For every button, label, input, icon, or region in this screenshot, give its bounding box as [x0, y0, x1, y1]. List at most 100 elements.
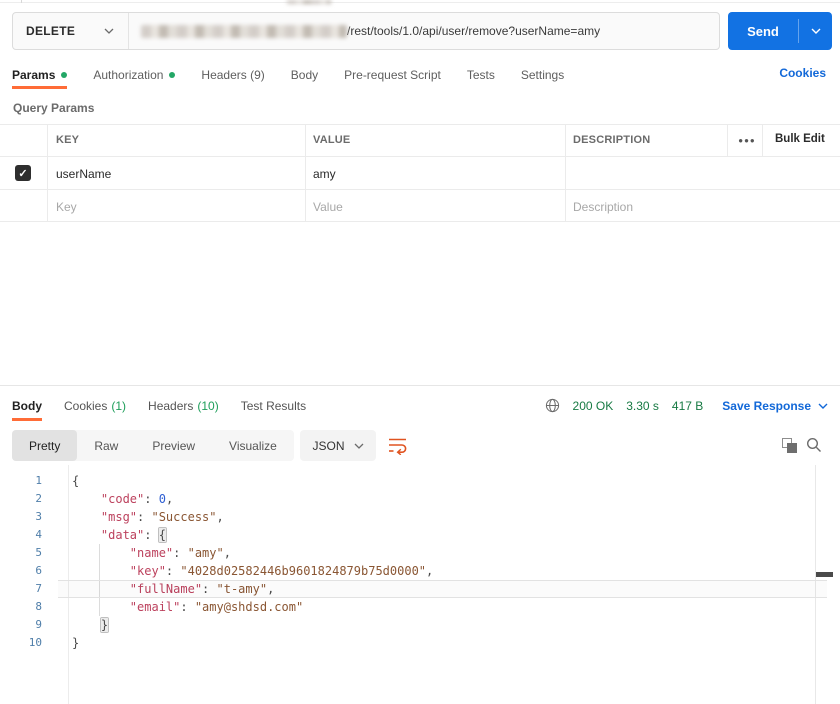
query-params-label: Query Params: [13, 101, 95, 115]
wrap-lines-button[interactable]: [387, 436, 411, 456]
line-number: 4: [35, 528, 42, 541]
search-response-button[interactable]: [806, 437, 822, 453]
table-border: [565, 124, 566, 221]
tab-pre-request-script[interactable]: Pre-request Script: [344, 60, 441, 89]
tab-body[interactable]: Body: [291, 60, 318, 89]
tab-settings[interactable]: Settings: [521, 60, 564, 89]
query-params-table: KEY VALUE DESCRIPTION ●●● Bulk Edit ✓ us…: [0, 124, 840, 222]
response-size: 417 B: [671, 398, 704, 413]
line-number: 7: [35, 582, 42, 595]
top-tick: [21, 0, 22, 3]
code-line[interactable]: 6 "key": "4028d02582446b9601824879b75d00…: [0, 562, 840, 580]
response-format-dropdown[interactable]: JSON: [300, 430, 376, 461]
column-header-key: KEY: [56, 134, 80, 146]
send-split-button: Send: [728, 12, 832, 50]
request-tabs: Params Authorization Headers (9) Body Pr…: [12, 60, 564, 89]
save-response-button[interactable]: Save Response: [722, 399, 828, 413]
view-preview[interactable]: Preview: [135, 430, 212, 461]
method-selector[interactable]: DELETE: [13, 13, 129, 49]
tab-params[interactable]: Params: [12, 60, 68, 89]
view-raw-label: Raw: [94, 438, 119, 453]
network-globe-icon[interactable]: [545, 398, 560, 413]
copy-response-button[interactable]: [782, 438, 797, 453]
tab-headers[interactable]: Headers (9): [201, 60, 264, 89]
code-line-text: "data": {: [100, 528, 166, 542]
line-number: 5: [35, 546, 42, 559]
table-border: [0, 189, 840, 190]
response-tab-test-results-label: Test Results: [240, 398, 307, 413]
code-line[interactable]: 10}: [0, 634, 840, 652]
response-tab-test-results[interactable]: Test Results: [241, 390, 306, 421]
response-tab-headers[interactable]: Headers (10): [148, 390, 219, 421]
more-options-icon[interactable]: ●●●: [736, 136, 758, 145]
view-visualize-label: Visualize: [229, 438, 277, 453]
line-number: 1: [35, 474, 42, 487]
line-number: 6: [35, 564, 42, 577]
code-line[interactable]: 5 "name": "amy",: [0, 544, 840, 562]
code-line[interactable]: 7 "fullName": "t-amy",: [0, 580, 840, 598]
response-tab-body-label: Body: [12, 398, 42, 413]
postman-request-view: DELETE /rest/tools/1.0/api/user/remove?u…: [0, 0, 840, 704]
send-label: Send: [747, 23, 779, 39]
chevron-down-icon: [811, 28, 820, 34]
table-border: [762, 124, 763, 156]
view-raw[interactable]: Raw: [77, 430, 135, 461]
line-number: 3: [35, 510, 42, 523]
param-key-cell[interactable]: userName: [56, 167, 111, 181]
response-tab-headers-label: Headers: [148, 398, 194, 413]
send-options-button[interactable]: [799, 12, 832, 50]
cookies-count-badge: (1): [111, 398, 127, 413]
code-line[interactable]: 1{: [0, 472, 840, 490]
param-value-cell[interactable]: amy: [313, 167, 336, 181]
param-enabled-checkbox[interactable]: ✓: [15, 165, 31, 181]
table-border: [0, 221, 840, 222]
code-line-text: "fullName": "t-amy",: [129, 582, 275, 596]
table-border: [305, 124, 306, 221]
code-line-text: "name": "amy",: [129, 546, 231, 560]
line-number: 2: [35, 492, 42, 505]
response-body-editor[interactable]: 1{2 "code": 0, 3 "msg": "Success", 4 "data…: [0, 465, 840, 704]
tab-body-label: Body: [290, 67, 319, 82]
redacted-url-host: [141, 24, 347, 38]
new-param-value-input[interactable]: Value: [313, 200, 343, 214]
code-line-text: "email": "amy@shdsd.com": [129, 600, 304, 614]
bulk-edit-button[interactable]: Bulk Edit: [775, 133, 825, 145]
top-divider: [0, 2, 840, 3]
tab-params-label: Params: [12, 67, 56, 82]
code-line[interactable]: 9 }: [0, 616, 840, 634]
column-header-description: DESCRIPTION: [573, 134, 651, 146]
new-param-key-input[interactable]: Key: [56, 200, 77, 214]
response-tab-cookies-label: Cookies: [64, 398, 108, 413]
code-line-text: "key": "4028d02582446b9601824879b75d0000…: [129, 564, 434, 578]
code-line-text: {: [72, 474, 80, 488]
new-param-description-input[interactable]: Description: [573, 200, 633, 214]
code-line[interactable]: 2 "code": 0,: [0, 490, 840, 508]
headers-count-badge: (10): [197, 398, 219, 413]
url-path-text: /rest/tools/1.0/api/user/remove?userName…: [347, 24, 601, 38]
cookies-link[interactable]: Cookies: [779, 66, 826, 80]
table-border: [727, 124, 728, 156]
tab-settings-label: Settings: [520, 67, 565, 82]
send-button[interactable]: Send: [728, 12, 798, 50]
method-label: DELETE: [26, 24, 76, 38]
copy-icon: [787, 443, 797, 453]
line-number: 8: [35, 600, 42, 613]
response-meta: 200 OK 3.30 s 417 B Save Response: [545, 390, 828, 421]
tab-tests[interactable]: Tests: [467, 60, 495, 89]
code-line[interactable]: 4 "data": {: [0, 526, 840, 544]
code-line[interactable]: 8 "email": "amy@shdsd.com": [0, 598, 840, 616]
response-divider: [0, 385, 840, 386]
code-lines: 1{2 "code": 0, 3 "msg": "Success", 4 "data…: [0, 472, 840, 652]
tab-authorization-label: Authorization: [93, 67, 164, 82]
table-border: [0, 156, 840, 157]
view-visualize[interactable]: Visualize: [212, 430, 294, 461]
chevron-down-icon: [354, 443, 363, 449]
response-tab-body[interactable]: Body: [12, 390, 42, 421]
tab-authorization[interactable]: Authorization: [93, 60, 176, 89]
view-pretty[interactable]: Pretty: [12, 430, 78, 461]
url-input[interactable]: /rest/tools/1.0/api/user/remove?userName…: [129, 13, 719, 49]
code-line-text: }: [100, 618, 109, 632]
response-tab-cookies[interactable]: Cookies (1): [64, 390, 126, 421]
save-response-label: Save Response: [722, 398, 811, 413]
code-line[interactable]: 3 "msg": "Success",: [0, 508, 840, 526]
